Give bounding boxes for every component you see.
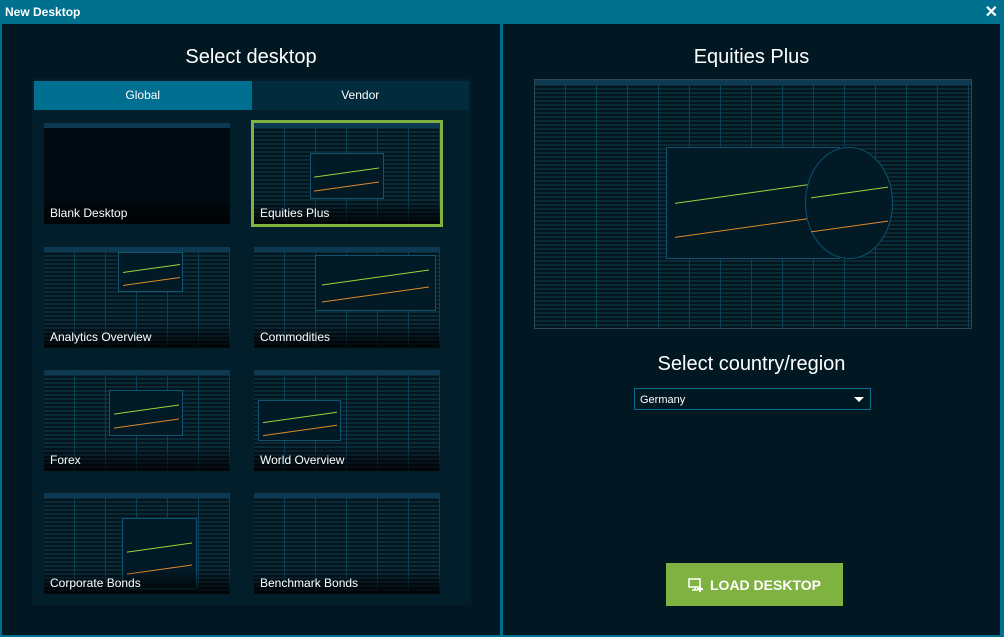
tile-benchmark-bonds[interactable]: Benchmark Bonds — [254, 493, 440, 594]
tile-label: Corporate Bonds — [44, 570, 230, 594]
load-desktop-button[interactable]: LOAD DESKTOP — [666, 563, 843, 606]
chevron-down-icon — [854, 397, 864, 402]
tile-equities-plus[interactable]: Equities Plus — [251, 120, 443, 227]
tab-bar: Global Vendor — [34, 81, 469, 110]
tile-label: World Overview — [254, 447, 440, 471]
selected-desktop-title: Equities Plus — [693, 46, 810, 68]
region-dropdown[interactable]: Germany — [634, 388, 871, 410]
desktop-selection-panel: Select desktop Global Vendor Blank Deskt… — [2, 24, 500, 635]
tile-corporate-bonds[interactable]: Corporate Bonds — [44, 493, 230, 594]
desktop-gallery: Global Vendor Blank Desktop Equities Plu… — [32, 79, 471, 605]
load-desktop-label: LOAD DESKTOP — [710, 576, 821, 593]
tile-label: Analytics Overview — [44, 324, 230, 348]
tile-label: Forex — [44, 447, 230, 471]
select-desktop-heading: Select desktop — [185, 46, 317, 68]
desktop-preview — [534, 79, 972, 329]
tile-forex[interactable]: Forex — [44, 370, 230, 471]
tile-label: Equities Plus — [254, 200, 440, 224]
select-region-heading: Select country/region — [657, 353, 846, 375]
tile-label: Benchmark Bonds — [254, 570, 440, 594]
tile-world-overview[interactable]: World Overview — [254, 370, 440, 471]
window-title: New Desktop — [5, 5, 81, 19]
title-bar: New Desktop ✕ — [0, 0, 1004, 24]
close-icon[interactable]: ✕ — [985, 2, 998, 22]
tab-global[interactable]: Global — [34, 81, 252, 110]
preview-image — [535, 80, 971, 328]
region-value: Germany — [640, 394, 686, 406]
tab-vendor[interactable]: Vendor — [252, 81, 470, 110]
desktop-details-panel: Equities Plus Select country/region Germ… — [503, 24, 1000, 635]
tile-label: Blank Desktop — [44, 200, 230, 224]
tile-blank-desktop[interactable]: Blank Desktop — [44, 123, 230, 224]
tile-label: Commodities — [254, 324, 440, 348]
tile-analytics-overview[interactable]: Analytics Overview — [44, 247, 230, 348]
monitor-add-icon — [688, 577, 703, 592]
tile-commodities[interactable]: Commodities — [254, 247, 440, 348]
